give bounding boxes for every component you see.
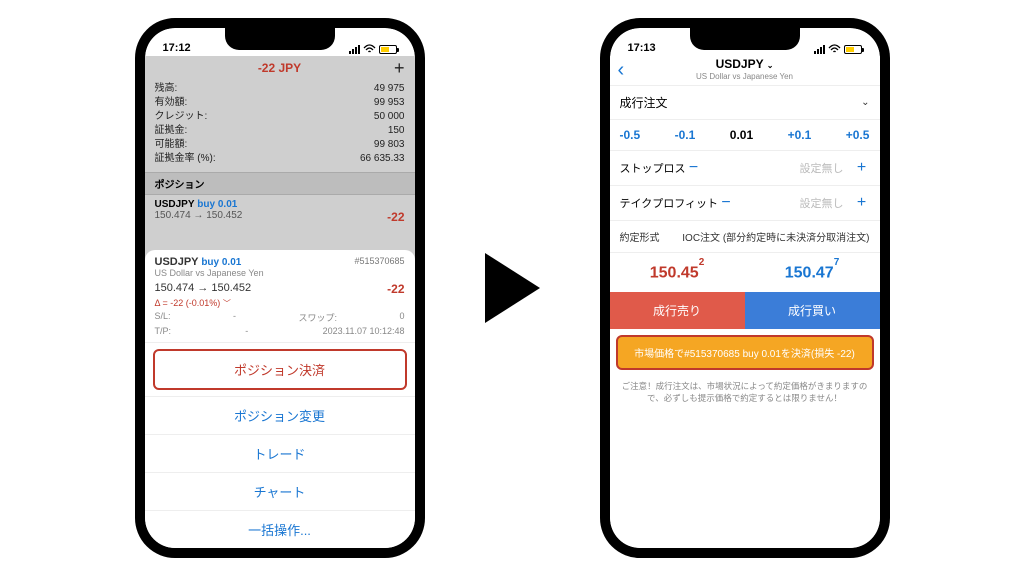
- equity-label: 有効額:: [155, 96, 188, 110]
- sheet-order-id: #515370685: [354, 256, 404, 266]
- margin-label: 証拠金:: [155, 124, 188, 138]
- marginlevel-value: 66 635.33: [360, 152, 405, 166]
- step-p05[interactable]: +0.5: [846, 128, 870, 142]
- arrow-right-icon: [485, 253, 540, 323]
- bid-price: 150.452: [650, 263, 705, 282]
- stoploss-row: ストップロス − 設定無し +: [610, 151, 880, 186]
- action-sheet: USDJPY buy 0.01 #515370685 US Dollar vs …: [145, 250, 415, 548]
- margin-value: 150: [388, 124, 405, 138]
- back-button[interactable]: ‹: [618, 59, 625, 82]
- trade-tab-bg: -22 JPY + 残高: 49 975 有効額: 99 953 クレジット: 50 …: [145, 56, 415, 548]
- sheet-header: USDJPY buy 0.01 #515370685: [155, 256, 405, 268]
- close-with-loss-button[interactable]: 市場価格で#515370685 buy 0.01を決済(損失 -22): [616, 335, 874, 370]
- chevron-down-icon: ⌄: [861, 97, 869, 108]
- order-type-label: 成行注文: [620, 94, 668, 111]
- ask-price: 150.477: [785, 263, 840, 282]
- timestamp: 2023.11.07 10:12:48: [323, 326, 405, 336]
- wifi-icon: [828, 44, 841, 54]
- sheet-desc: US Dollar vs Japanese Yen: [155, 268, 405, 278]
- position-symbol: USDJPY: [155, 199, 195, 210]
- position-pl: -22: [387, 210, 404, 224]
- status-icons: [349, 44, 397, 54]
- balance-label: 残高:: [155, 82, 178, 96]
- swap-label: スワップ:: [298, 311, 337, 324]
- order-type-select[interactable]: 成行注文 ⌄: [610, 86, 880, 120]
- freemargin-value: 99 803: [374, 138, 405, 152]
- phone-left: 17:12 -22 JPY + 残高: 49 975 有効額: 99 953 クレジ…: [135, 18, 425, 558]
- fill-policy-value: IOC注文 (部分約定時に未決済分取消注文): [660, 229, 870, 244]
- fill-policy-row: 約定形式 IOC注文 (部分約定時に未決済分取消注文): [610, 221, 880, 253]
- position-side: buy 0.01: [197, 199, 237, 210]
- sl-plus-button[interactable]: +: [854, 159, 870, 177]
- header: -22 JPY +: [145, 56, 415, 80]
- sl-value[interactable]: 設定無し: [702, 160, 854, 176]
- freemargin-label: 可能額:: [155, 138, 188, 152]
- sheet-symbol: USDJPY: [155, 256, 199, 268]
- wifi-icon: [363, 44, 376, 54]
- screen-right: 17:13 ‹ USDJPY ⌄ US Dollar vs Japanese Y…: [610, 28, 880, 548]
- sl-value: -: [233, 311, 236, 324]
- takeprofit-row: テイクプロフィット − 設定無し +: [610, 186, 880, 221]
- step-m01[interactable]: -0.1: [675, 128, 696, 142]
- position-prices: 150.474 → 150.452: [155, 210, 243, 224]
- market-sell-button[interactable]: 成行売り: [610, 292, 745, 329]
- tp-label: T/P:: [155, 326, 172, 336]
- credit-value: 50 000: [374, 110, 405, 124]
- stoploss-label: ストップロス: [620, 160, 686, 176]
- signal-icon: [349, 45, 360, 54]
- battery-icon: [379, 45, 397, 54]
- sheet-pl: -22: [387, 282, 404, 296]
- sheet-prices: 150.474 → 150.452: [155, 282, 252, 296]
- bulk-ops-button[interactable]: 一括操作...: [145, 510, 415, 548]
- nav-title[interactable]: USDJPY ⌄ US Dollar vs Japanese Yen: [696, 59, 793, 82]
- account-summary: 残高: 49 975 有効額: 99 953 クレジット: 50 000 証拠金: 15…: [145, 80, 415, 172]
- sl-label: S/L:: [155, 311, 171, 324]
- battery-icon: [844, 45, 862, 54]
- sheet-delta[interactable]: Δ = -22 (-0.01%) ﹀: [155, 296, 405, 309]
- sl-minus-button[interactable]: −: [686, 159, 702, 177]
- trade-button[interactable]: トレード: [145, 434, 415, 472]
- close-position-button[interactable]: ポジション決済: [153, 349, 407, 390]
- step-p01[interactable]: +0.1: [788, 128, 812, 142]
- nav-subtitle: US Dollar vs Japanese Yen: [696, 71, 793, 82]
- tp-minus-button[interactable]: −: [718, 194, 734, 212]
- fill-policy-label: 約定形式: [620, 229, 660, 244]
- header-pl: -22 JPY: [258, 61, 301, 75]
- sheet-menu: ポジション決済 ポジション変更 トレード チャート 一括操作...: [145, 342, 415, 548]
- status-icons: [814, 44, 862, 54]
- trade-buttons: 成行売り 成行買い: [610, 292, 880, 329]
- modify-position-button[interactable]: ポジション変更: [145, 396, 415, 434]
- chevron-down-icon: ﹀: [223, 299, 231, 308]
- volume-value[interactable]: 0.01: [730, 128, 753, 142]
- balance-value: 49 975: [374, 82, 405, 96]
- step-m05[interactable]: -0.5: [620, 128, 641, 142]
- takeprofit-label: テイクプロフィット: [620, 195, 719, 211]
- quote-panel: 150.452 150.477: [610, 253, 880, 292]
- tp-value[interactable]: 設定無し: [734, 195, 853, 211]
- status-time: 17:12: [163, 42, 191, 54]
- tp-value: -: [245, 326, 248, 336]
- chart-button[interactable]: チャート: [145, 472, 415, 510]
- order-screen: ‹ USDJPY ⌄ US Dollar vs Japanese Yen 成行注…: [610, 56, 880, 548]
- market-disclaimer: ご注意！成行注文は、市場状況によって約定価格がきまりますので、必ずしも提示価格で…: [610, 376, 880, 408]
- phone-right: 17:13 ‹ USDJPY ⌄ US Dollar vs Japanese Y…: [600, 18, 890, 558]
- signal-icon: [814, 45, 825, 54]
- credit-label: クレジット:: [155, 110, 208, 124]
- volume-stepper: -0.5 -0.1 0.01 +0.1 +0.5: [610, 120, 880, 151]
- nav-bar: ‹ USDJPY ⌄ US Dollar vs Japanese Yen: [610, 56, 880, 86]
- chevron-down-icon: ⌄: [767, 61, 774, 70]
- tp-plus-button[interactable]: +: [854, 194, 870, 212]
- status-time: 17:13: [628, 42, 656, 54]
- marginlevel-label: 証拠金率 (%):: [155, 152, 216, 166]
- position-row[interactable]: USDJPY buy 0.01 150.474 → 150.452 -22: [145, 195, 415, 228]
- new-order-button[interactable]: +: [394, 58, 405, 79]
- notch: [690, 28, 800, 50]
- equity-value: 99 953: [374, 96, 405, 110]
- sheet-side: buy 0.01: [201, 257, 241, 268]
- market-buy-button[interactable]: 成行買い: [745, 292, 880, 329]
- positions-header: ポジション: [145, 172, 415, 195]
- notch: [225, 28, 335, 50]
- swap-value: 0: [399, 311, 404, 324]
- screen-left: 17:12 -22 JPY + 残高: 49 975 有効額: 99 953 クレジ…: [145, 28, 415, 548]
